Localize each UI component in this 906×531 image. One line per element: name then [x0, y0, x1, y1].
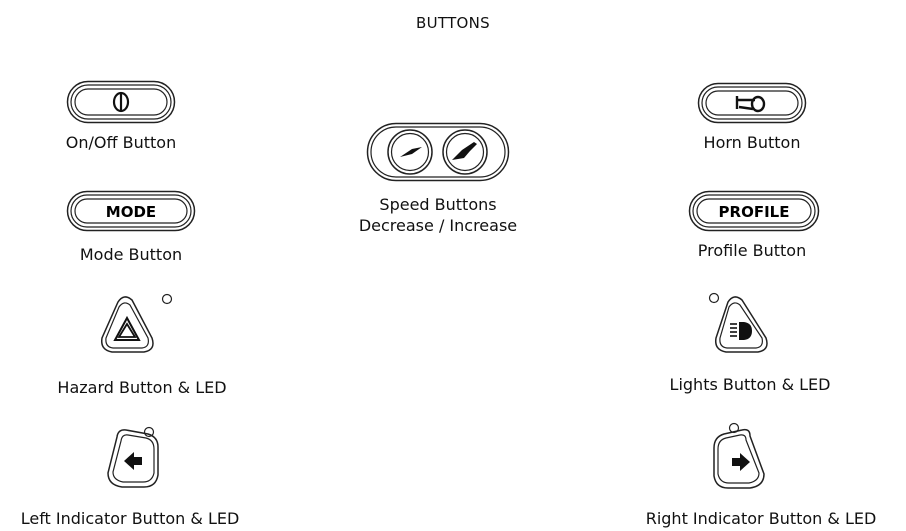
power-icon: [112, 91, 130, 113]
lights-led: [708, 292, 720, 304]
diagram-title: BUTTONS: [416, 14, 490, 32]
headlight-icon: [730, 322, 752, 340]
hazard-triangle-icon: [113, 315, 141, 341]
mode-button[interactable]: MODE: [66, 190, 196, 232]
speed-decrease-button[interactable]: [387, 129, 433, 175]
profile-button[interactable]: PROFILE: [688, 190, 820, 232]
mode-button-face-text: MODE: [106, 203, 156, 221]
lights-button-label: Lights Button & LED: [669, 375, 831, 394]
horn-button[interactable]: [697, 82, 807, 124]
left-indicator-led: [143, 426, 155, 438]
speed-buttons-label-line1: Speed Buttons: [379, 195, 497, 214]
hazard-button[interactable]: [98, 290, 178, 362]
arrow-left-icon: [124, 452, 142, 470]
horn-button-label: Horn Button: [703, 133, 801, 152]
right-indicator-button[interactable]: [710, 422, 780, 496]
profile-button-face-text: PROFILE: [719, 203, 790, 221]
left-indicator-button-label: Left Indicator Button & LED: [20, 509, 240, 528]
speed-buttons-label-line2: Decrease / Increase: [358, 216, 518, 235]
lights-button[interactable]: [702, 290, 782, 362]
mode-button-label: Mode Button: [79, 245, 183, 264]
onoff-button-label: On/Off Button: [65, 133, 177, 152]
onoff-button[interactable]: [66, 80, 176, 124]
speed-buttons-label: Speed Buttons Decrease / Increase: [318, 194, 558, 236]
speed-buttons[interactable]: [366, 122, 510, 182]
speed-decrease-icon: [400, 147, 422, 157]
profile-button-label: Profile Button: [697, 241, 807, 260]
horn-icon: [735, 95, 766, 113]
speed-increase-icon: [452, 142, 477, 160]
arrow-right-icon: [732, 453, 750, 471]
hazard-button-label: Hazard Button & LED: [57, 378, 227, 397]
speed-increase-button[interactable]: [442, 129, 488, 175]
right-indicator-button-label: Right Indicator Button & LED: [645, 509, 877, 528]
hazard-led: [161, 293, 173, 305]
left-indicator-button[interactable]: [104, 423, 174, 495]
